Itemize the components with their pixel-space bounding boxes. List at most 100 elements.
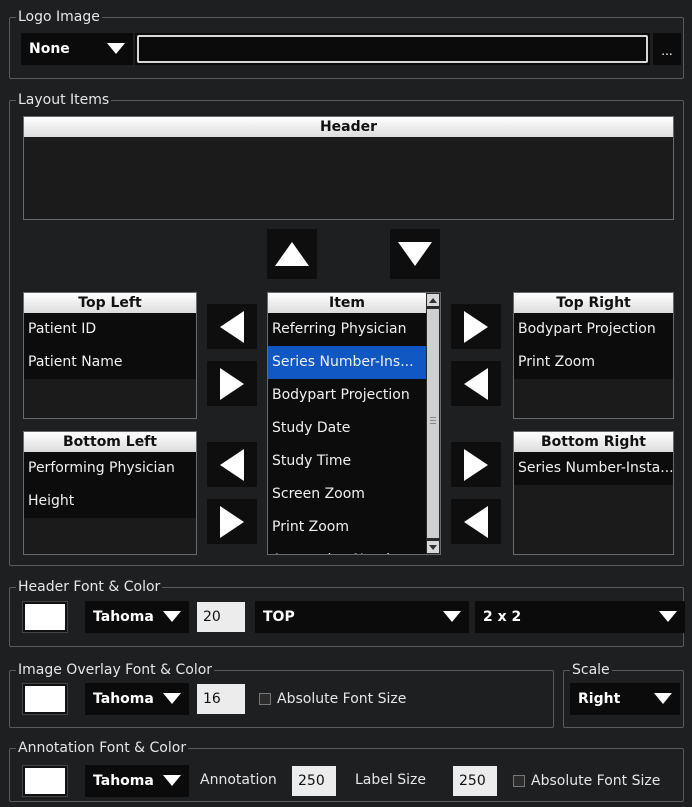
checkbox-box[interactable] — [513, 775, 525, 787]
header-font-group: Header Font & Color Tahoma 20 TOP 2 x 2 — [9, 579, 685, 647]
annotation-label: Annotation — [200, 772, 277, 788]
header-grid-select[interactable]: 2 x 2 — [475, 601, 685, 633]
list-item[interactable]: Patient ID — [24, 313, 196, 346]
overlay-absolute-label: Absolute Font Size — [277, 691, 407, 707]
overlay-font-legend: Image Overlay Font & Color — [16, 662, 215, 678]
arrow-right-icon — [220, 367, 244, 400]
item-list-scrollbar[interactable] — [426, 293, 440, 554]
top-left-title: Top Left — [24, 293, 196, 313]
chevron-down-icon — [99, 33, 133, 65]
move-up-button[interactable] — [267, 229, 317, 279]
list-item[interactable]: Patient Name — [24, 346, 196, 379]
bottom-right-panel[interactable]: Bottom Right Series Number-Insta... — [513, 431, 674, 555]
logo-select[interactable]: None — [21, 33, 133, 65]
chevron-down-icon — [155, 765, 189, 797]
overlay-font-size-input[interactable]: 16 — [197, 684, 245, 714]
list-item[interactable]: Print Zoom — [268, 511, 426, 544]
arrow-left-icon — [220, 448, 244, 481]
remove-from-bottom-left-button[interactable] — [207, 499, 257, 544]
annotation-font-value: Tahoma — [93, 773, 154, 789]
bottom-left-panel[interactable]: Bottom Left Performing Physician Height — [23, 431, 197, 555]
scroll-down-icon — [429, 544, 437, 550]
header-grid-value: 2 x 2 — [483, 609, 522, 625]
arrow-right-icon — [220, 505, 244, 538]
logo-image-legend: Logo Image — [16, 9, 102, 25]
list-item[interactable]: Bodypart Projection — [268, 379, 426, 412]
list-item[interactable]: Height — [24, 485, 196, 518]
scale-group: Scale Right — [563, 662, 684, 728]
move-to-top-right-button[interactable] — [451, 304, 501, 349]
scale-select[interactable]: Right — [570, 683, 680, 715]
chevron-down-icon — [155, 683, 189, 715]
logo-path-field[interactable] — [135, 33, 650, 65]
header-color-swatch[interactable] — [22, 601, 68, 633]
list-item[interactable]: Screen Zoom — [268, 478, 426, 511]
layout-items-legend: Layout Items — [16, 92, 112, 108]
logo-path-value — [137, 35, 648, 63]
chevron-down-icon — [646, 683, 680, 715]
list-item[interactable]: Study Time — [268, 445, 426, 478]
overlay-absolute-font-checkbox[interactable]: Absolute Font Size — [259, 684, 406, 714]
arrow-right-icon — [464, 310, 488, 343]
top-right-panel[interactable]: Top Right Bodypart Projection Print Zoom — [513, 292, 674, 419]
annotation-absolute-label: Absolute Font Size — [531, 773, 661, 789]
annotation-font-select[interactable]: Tahoma — [85, 765, 189, 797]
overlay-font-group: Image Overlay Font & Color Tahoma 16 Abs… — [9, 662, 554, 728]
checkbox-box[interactable] — [259, 693, 271, 705]
list-item[interactable]: Series Number-Insta... — [514, 452, 673, 485]
annotation-font-legend: Annotation Font & Color — [16, 740, 189, 756]
arrow-down-icon — [398, 242, 432, 266]
move-to-bottom-left-button[interactable] — [207, 442, 257, 487]
header-font-legend: Header Font & Color — [16, 579, 163, 595]
scale-legend: Scale — [570, 662, 612, 678]
list-item-selected[interactable]: Series Number-Ins... — [268, 346, 426, 379]
chevron-down-icon — [651, 601, 685, 633]
header-font-select[interactable]: Tahoma — [85, 601, 189, 633]
scale-value: Right — [578, 691, 621, 707]
header-position-select[interactable]: TOP — [255, 601, 469, 633]
header-position-value: TOP — [263, 609, 295, 625]
annotation-color-swatch[interactable] — [22, 765, 68, 797]
header-font-value: Tahoma — [93, 609, 154, 625]
scroll-up-button[interactable] — [427, 294, 439, 306]
item-list-title: Item — [268, 293, 426, 313]
list-item[interactable]: Performing Physician — [24, 452, 196, 485]
layout-items-group: Layout Items Header Top Left Patient ID … — [9, 92, 684, 566]
move-to-top-left-button[interactable] — [207, 304, 257, 349]
annotation-size-input[interactable]: 250 — [292, 766, 336, 796]
overlay-font-value: Tahoma — [93, 691, 154, 707]
scroll-up-icon — [429, 297, 437, 303]
bottom-right-title: Bottom Right — [514, 432, 673, 452]
arrow-up-icon — [275, 242, 309, 266]
list-item[interactable]: Bodypart Projection — [514, 313, 673, 346]
logo-image-group: Logo Image None ... — [9, 9, 684, 79]
header-font-size-input[interactable]: 20 — [197, 602, 245, 632]
remove-from-top-left-button[interactable] — [207, 361, 257, 406]
overlay-color-swatch[interactable] — [22, 683, 68, 715]
arrow-left-icon — [464, 505, 488, 538]
chevron-down-icon — [155, 601, 189, 633]
list-item[interactable]: Print Zoom — [514, 346, 673, 379]
list-item[interactable]: Referring Physician — [268, 313, 426, 346]
arrow-right-icon — [464, 448, 488, 481]
overlay-font-select[interactable]: Tahoma — [85, 683, 189, 715]
list-item[interactable]: Annotation Number — [268, 544, 426, 554]
browse-label: ... — [661, 44, 673, 58]
remove-from-bottom-right-button[interactable] — [451, 499, 501, 544]
annotation-absolute-font-checkbox[interactable]: Absolute Font Size — [513, 766, 660, 796]
arrow-left-icon — [464, 367, 488, 400]
header-panel[interactable]: Header — [23, 116, 674, 220]
remove-from-top-right-button[interactable] — [451, 361, 501, 406]
logo-select-value: None — [29, 41, 70, 57]
scroll-down-button[interactable] — [427, 541, 439, 553]
annotation-font-group: Annotation Font & Color Tahoma Annotatio… — [9, 740, 684, 802]
move-to-bottom-right-button[interactable] — [451, 442, 501, 487]
chevron-down-icon — [435, 601, 469, 633]
label-size-input[interactable]: 250 — [453, 766, 497, 796]
item-list-panel[interactable]: Item Referring Physician Series Number-I… — [267, 292, 441, 555]
scroll-thumb[interactable] — [427, 309, 439, 538]
move-down-button[interactable] — [390, 229, 440, 279]
top-left-panel[interactable]: Top Left Patient ID Patient Name — [23, 292, 197, 419]
list-item[interactable]: Study Date — [268, 412, 426, 445]
logo-browse-button[interactable]: ... — [653, 33, 681, 65]
